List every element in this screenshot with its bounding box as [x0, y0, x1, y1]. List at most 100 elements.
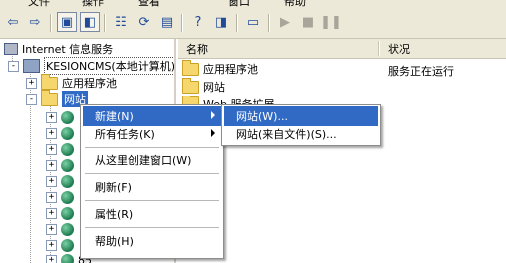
tree-item-label: KESIONCMS(本地计算机) — [44, 57, 174, 75]
menu-item-label: 属性(R) — [95, 208, 134, 221]
menu-file[interactable]: 文件 — [28, 0, 50, 8]
computer-icon[interactable]: ▭ — [243, 12, 263, 32]
expand-toggle[interactable]: + — [46, 143, 57, 155]
submenu-arrow-icon — [211, 111, 215, 119]
list-item[interactable]: 应用程序池 — [182, 59, 258, 77]
list-item-status: 服务正在运行 — [388, 65, 454, 78]
folder-icon — [182, 59, 199, 76]
expand-toggle[interactable]: + — [46, 175, 57, 187]
show-tree-icon[interactable]: ◧ — [80, 12, 100, 32]
expand-toggle[interactable]: + — [46, 207, 57, 219]
menu-item-label: 所有任务(K) — [95, 128, 155, 141]
menu-separator — [85, 147, 219, 148]
console-icon[interactable]: ◨ — [211, 12, 231, 32]
folder-icon — [182, 77, 199, 94]
menu-item-label: 新建(N) — [95, 110, 134, 123]
collapse-toggle[interactable]: - — [8, 60, 19, 72]
globe-icon — [61, 142, 74, 156]
globe-icon — [61, 222, 74, 236]
pause-icon[interactable]: ❚❚ — [320, 12, 342, 32]
computer-icon — [23, 59, 40, 73]
expand-toggle[interactable]: + — [46, 127, 57, 139]
menu-action[interactable]: 操作 — [82, 0, 104, 8]
expand-toggle[interactable]: + — [46, 254, 57, 263]
menu-item-label: 网站(来自文件)(S)... — [236, 128, 337, 141]
submenu: 网站(W)... 网站(来自文件)(S)... — [221, 104, 381, 146]
list-item-name: 网站 — [203, 81, 225, 94]
export-list-icon[interactable]: ▤ — [157, 12, 177, 32]
context-menu: 新建(N) 所有任务(K) 从这里创建窗口(W) 刷新(F) 属性(R) 帮助(… — [80, 104, 224, 259]
tree-item-site[interactable]: + — [46, 173, 78, 189]
expand-toggle[interactable]: + — [26, 77, 37, 89]
expand-toggle[interactable]: + — [46, 159, 57, 171]
stop-icon[interactable]: ■ — [298, 12, 318, 32]
tree-item-site[interactable]: + — [46, 109, 78, 125]
list-header: 名称 状况 — [178, 39, 506, 59]
expand-toggle[interactable]: + — [46, 239, 57, 251]
menu-item-label: 网站(W)... — [236, 110, 288, 123]
properties-icon[interactable]: ☷ — [111, 12, 131, 32]
menu-help[interactable]: 帮助 — [284, 0, 306, 8]
help-icon[interactable]: ? — [188, 12, 208, 32]
column-header-name[interactable]: 名称 — [186, 41, 208, 57]
menu-item-refresh[interactable]: 刷新(F) — [83, 177, 221, 197]
tree-item-websites[interactable]: - 网站 — [26, 89, 88, 107]
toolbar-separator — [236, 14, 238, 32]
back-icon[interactable]: ⇦ — [3, 12, 23, 32]
iis-icon — [4, 43, 18, 55]
expand-toggle[interactable]: + — [46, 223, 57, 235]
menu-item-help[interactable]: 帮助(H) — [83, 231, 221, 251]
tree-item-label: 应用程序池 — [62, 77, 117, 90]
menu-view[interactable]: 查看 — [138, 0, 160, 8]
tree-item-computer[interactable]: - KESIONCMS(本地计算机) — [8, 57, 174, 75]
menu-separator — [85, 173, 219, 174]
folder-open-icon — [41, 89, 58, 106]
globe-icon — [61, 158, 74, 172]
toolbar-separator — [104, 14, 106, 32]
tree-item-site[interactable]: + — [46, 125, 78, 141]
menu-item-new[interactable]: 新建(N) — [83, 106, 221, 126]
menu-bar: 文件 操作 查看 窗口 帮助 — [0, 0, 506, 8]
forward-icon[interactable]: ⇨ — [25, 12, 45, 32]
tree-item-label: Internet 信息服务 — [22, 43, 114, 56]
tree-item-site[interactable]: + — [46, 221, 78, 237]
menu-item-new-window[interactable]: 从这里创建窗口(W) — [83, 150, 221, 170]
globe-icon — [61, 190, 74, 204]
menu-separator — [85, 227, 219, 228]
tree-item-site[interactable]: + — [46, 189, 78, 205]
menu-item-new-website[interactable]: 网站(W)... — [224, 106, 378, 126]
menu-item-label: 刷新(F) — [95, 181, 132, 194]
folder-icon — [41, 73, 58, 90]
tree-item-site[interactable]: + — [46, 157, 78, 173]
tree-item-site[interactable]: + — [46, 141, 78, 157]
tree-item-site[interactable]: + — [46, 205, 78, 221]
toolbar-separator — [268, 14, 270, 32]
submenu-arrow-icon — [211, 129, 215, 137]
expand-toggle[interactable]: + — [46, 111, 57, 123]
tree-item-site[interactable]: + — [46, 237, 78, 253]
toolbar-separator — [181, 14, 183, 32]
list-pane: 名称 状况 应用程序池 服务正在运行 网站 Web 服务扩展 — [178, 39, 506, 263]
column-header-status[interactable]: 状况 — [388, 41, 410, 57]
menu-window[interactable]: 窗口 — [228, 0, 250, 8]
column-divider[interactable] — [378, 41, 380, 56]
menu-item-new-website-from-file[interactable]: 网站(来自文件)(S)... — [224, 124, 378, 144]
expand-toggle[interactable]: + — [46, 191, 57, 203]
menu-item-all-tasks[interactable]: 所有任务(K) — [83, 124, 221, 144]
play-icon[interactable]: ▶ — [275, 12, 295, 32]
up-folder-icon[interactable]: ▣ — [57, 12, 77, 32]
tree-item-app-pools[interactable]: + 应用程序池 — [26, 73, 117, 91]
menu-item-label: 从这里创建窗口(W) — [95, 154, 192, 167]
globe-icon — [61, 238, 74, 252]
collapse-toggle[interactable]: - — [26, 93, 37, 105]
toolbar: ⇦ ⇨ ▣ ◧ ☷ ⟳ ▤ ? ◨ ▭ ▶ ■ ❚❚ — [0, 8, 506, 39]
tree-item-iis-root[interactable]: Internet 信息服务 — [4, 41, 113, 57]
list-item-name: 应用程序池 — [203, 63, 258, 76]
menu-item-properties[interactable]: 属性(R) — [83, 204, 221, 224]
globe-icon — [61, 126, 74, 140]
list-item[interactable]: 网站 — [182, 77, 225, 95]
globe-icon — [61, 253, 74, 263]
menu-separator — [85, 200, 219, 201]
refresh-icon[interactable]: ⟳ — [134, 12, 154, 32]
globe-icon — [61, 110, 74, 124]
